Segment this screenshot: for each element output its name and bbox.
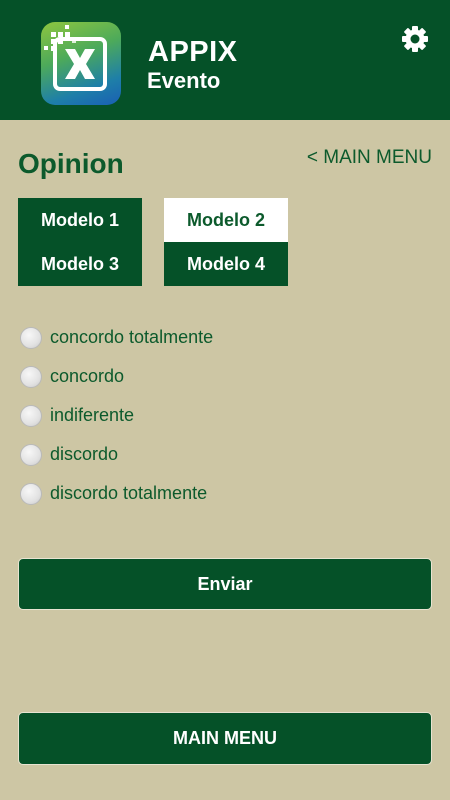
app-title: APPIX [148,36,238,68]
radio-button[interactable] [20,482,42,505]
main-menu-link[interactable]: < MAIN MENU [307,147,432,169]
page-title: Opinion [18,148,124,179]
option-concordo[interactable]: concordo [20,357,124,396]
model-button-2[interactable]: Modelo 2 [164,198,288,242]
radio-button[interactable] [20,365,42,388]
gear-icon[interactable] [400,24,430,54]
submit-button[interactable]: Enviar [18,558,432,610]
model-button-4[interactable]: Modelo 4 [164,242,288,286]
option-label: discordo [50,444,119,464]
radio-button[interactable] [20,404,42,427]
app-header: APPIX Evento [0,0,450,120]
option-concordo-totalmente[interactable]: concordo totalmente [20,318,213,357]
option-label: indiferente [50,405,135,425]
option-discordo[interactable]: discordo [20,435,118,474]
option-label: discordo totalmente [50,483,208,503]
model-button-1[interactable]: Modelo 1 [18,198,142,242]
model-button-3[interactable]: Modelo 3 [18,242,142,286]
radio-button[interactable] [20,326,42,349]
radio-button[interactable] [20,443,42,466]
app-subtitle: Evento [147,68,221,93]
option-label: concordo [50,366,125,386]
option-discordo-totalmente[interactable]: discordo totalmente [20,474,207,513]
option-indiferente[interactable]: indiferente [20,396,134,435]
appix-x-logo-icon [41,22,121,105]
main-menu-button[interactable]: MAIN MENU [18,712,432,765]
option-label: concordo totalmente [50,327,214,347]
